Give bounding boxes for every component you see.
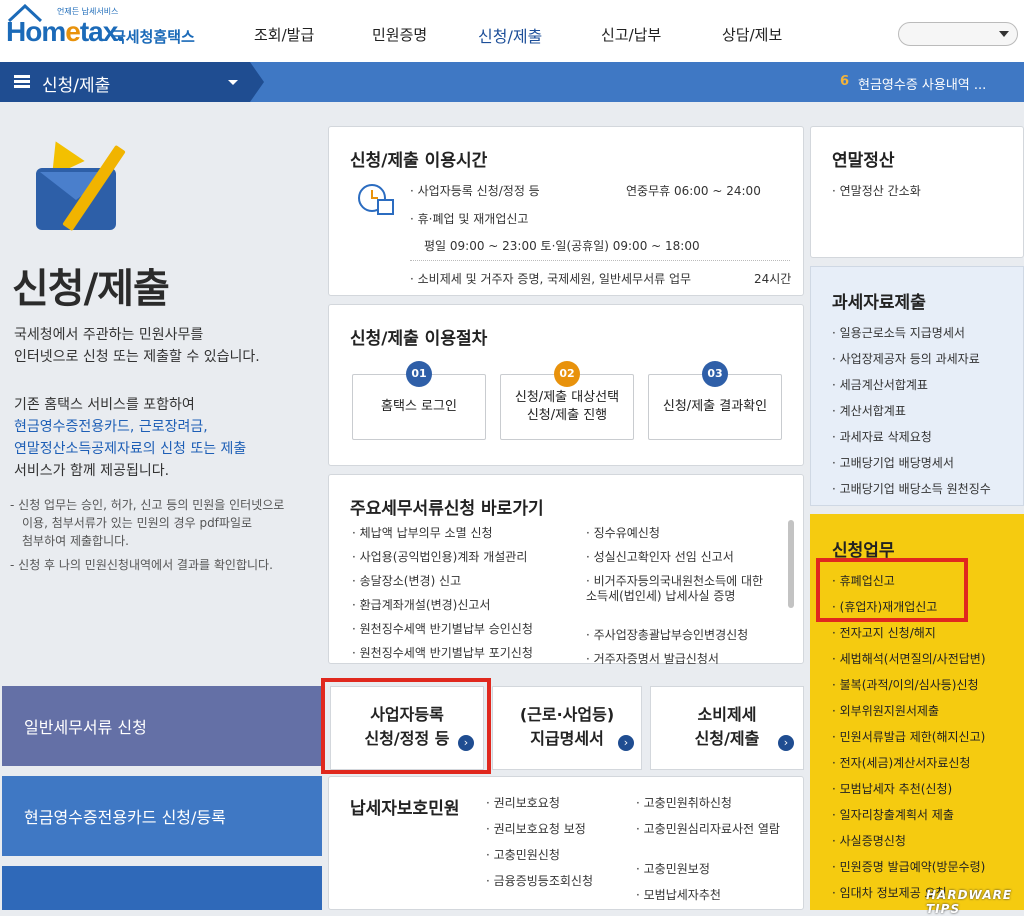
hours-row-3-value: 24시간 <box>754 272 792 286</box>
taxdata-link[interactable]: · 계산서합계표 <box>832 402 906 419</box>
protection-link[interactable]: · 고충민원신청 <box>486 848 560 863</box>
payment-statement-button[interactable]: (근로·사업등) 지급명세서 <box>492 686 642 770</box>
shortcut-link[interactable]: · 원천징수세액 반기별납부 승인신청 <box>352 622 533 637</box>
highlight-box-closure <box>816 558 968 622</box>
watermark: HARDWARE TIPS <box>926 888 1013 916</box>
arrow-right-icon[interactable]: › <box>618 735 634 751</box>
divider <box>410 260 790 261</box>
taxdata-link[interactable]: · 과세자료 삭제요청 <box>832 428 932 445</box>
step-number-3: 03 <box>702 361 728 387</box>
shortcut-link[interactable]: · 환급계좌개설(변경)신고서 <box>352 598 490 613</box>
hours-row-2-value: 평일 09:00 ~ 23:00 토·일(공휴일) 09:00 ~ 18:00 <box>424 239 700 253</box>
procedure-title: 신청/제출 이용절차 <box>350 329 488 349</box>
section-menu-tip <box>250 62 264 102</box>
step-number-2: 02 <box>554 361 580 387</box>
shortcuts-scrollbar[interactable] <box>788 520 794 608</box>
search-input[interactable] <box>898 22 1018 46</box>
nav-consult-report[interactable]: 상담/제보 <box>722 24 782 45</box>
note-bullet-2: - 신청 후 나의 민원신청내역에서 결과를 확인합니다. <box>10 558 273 572</box>
highlight-box-registration <box>321 678 491 774</box>
apply-link[interactable]: · 민원증명 발급예약(방문수령) <box>832 858 985 875</box>
taxdata-link[interactable]: · 사업장제공자 등의 과세자료 <box>832 350 980 367</box>
protection-title: 납세자보호민원 <box>350 799 460 819</box>
yearend-link[interactable]: · 연말정산 간소화 <box>832 182 921 199</box>
nav-civil-certificate[interactable]: 민원증명 <box>372 24 427 45</box>
shortcut-link[interactable]: · 원천징수세액 반기별납부 포기신청 <box>352 646 533 661</box>
clock-calendar-icon <box>358 184 394 215</box>
shortcut-link[interactable]: · 성실신고확인자 선임 신고서 <box>586 550 734 565</box>
section-title[interactable]: 신청/제출 <box>42 71 110 96</box>
intro-text-2: 인터넷으로 신청 또는 제출할 수 있습니다. <box>14 349 260 365</box>
apply-link[interactable]: · 모범납세자 추천(신청) <box>832 780 952 797</box>
taxdata-link[interactable]: · 일용근로소득 지급명세서 <box>832 324 965 341</box>
intro-text-3: 기존 홈택스 서비스를 포함하여 <box>14 397 195 413</box>
nav-lookup-issue[interactable]: 조회/발급 <box>254 24 314 45</box>
chevron-down-icon[interactable] <box>999 31 1009 37</box>
hours-title: 신청/제출 이용시간 <box>350 151 488 171</box>
note-bullet-1b: 이용, 첨부서류가 있는 민원의 경우 pdf파일로 <box>22 516 253 530</box>
page-title: 신청/제출 <box>12 266 170 312</box>
shortcut-link[interactable]: · 사업용(공익법인용)계좌 개설관리 <box>352 550 527 565</box>
hours-row-2-label: · 휴·폐업 및 재개업신고 <box>410 212 529 226</box>
caret-down-icon[interactable] <box>228 80 238 85</box>
section-menu[interactable] <box>0 62 250 102</box>
logo-brand-text[interactable]: 국세청홈택스 <box>112 26 195 47</box>
nav-report-pay[interactable]: 신고/납부 <box>601 24 661 45</box>
protection-link[interactable]: · 고충민원보정 <box>636 862 710 877</box>
more-menu-button[interactable] <box>2 866 322 910</box>
taxdata-title: 과세자료제출 <box>832 293 926 313</box>
note-bullet-1a: - 신청 업무는 승인, 허가, 신고 등의 민원을 인터넷으로 <box>10 498 285 512</box>
apply-link[interactable]: · 세법해석(서면질의/사전답변) <box>832 650 986 667</box>
intro-text-6: 서비스가 함께 제공됩니다. <box>14 463 170 479</box>
arrow-right-icon[interactable]: › <box>778 735 794 751</box>
protection-link[interactable]: · 고충민원취하신청 <box>636 796 732 811</box>
apply-link[interactable]: · 불복(과적/이의/심사등)신청 <box>832 676 979 693</box>
apply-link[interactable]: · 전자(세금)계산서자료신청 <box>832 754 970 771</box>
consumption-tax-button[interactable]: 소비제세 신청/제출 <box>650 686 804 770</box>
general-docs-button[interactable]: 일반세무서류 신청 <box>2 686 322 766</box>
yearend-title: 연말정산 <box>832 151 895 171</box>
cash-receipt-card-button[interactable]: 현금영수증전용카드 신청/등록 <box>2 776 322 856</box>
hours-row-1-label: · 사업자등록 신청/정정 등 <box>410 184 540 198</box>
hours-row-3-label: · 소비제세 및 거주자 증명, 국제세원, 일반세무서류 업무 <box>410 272 692 286</box>
shortcut-link[interactable]: · 징수유예신청 <box>586 526 660 541</box>
apply-link[interactable]: · 외부위원지원서제출 <box>832 702 939 719</box>
protection-link[interactable]: · 고충민원심리자료사전 열람 <box>636 822 786 837</box>
shortcut-link[interactable]: · 거주자증명서 발급신청서 <box>586 652 719 664</box>
shortcut-link[interactable]: · 송달장소(변경) 신고 <box>352 574 461 589</box>
shortcut-link[interactable]: · 주사업장총괄납부승인변경신청 <box>586 628 748 643</box>
nav-apply-submit[interactable]: 신청/제출 <box>478 23 542 47</box>
hours-row-1-value: 연중무휴 06:00 ~ 24:00 <box>626 184 761 198</box>
intro-link-yearend[interactable]: 연말정산소득공제자료의 신청 또는 제출 <box>14 438 246 460</box>
intro-text-1: 국세청에서 주관하는 민원사무를 <box>14 327 204 343</box>
protection-link[interactable]: · 권리보호요청 보정 <box>486 822 586 837</box>
taxdata-link[interactable]: · 고배당기업 배당소득 원천징수 <box>832 480 1024 497</box>
apply-link[interactable]: · 전자고지 신청/해지 <box>832 624 936 641</box>
button-line-1: 소비제세 <box>697 705 757 724</box>
step-number-1: 01 <box>406 361 432 387</box>
notice-ticker[interactable]: 현금영수증 사용내역 ... <box>858 74 986 93</box>
intro-link-cards[interactable]: 현금영수증전용카드, 근로장려금, <box>14 416 208 438</box>
note-bullet-1c: 첨부하여 제출합니다. <box>22 534 129 548</box>
shortcuts-title: 주요세무서류신청 바로가기 <box>350 499 544 519</box>
hamburger-icon[interactable] <box>14 75 30 88</box>
protection-link[interactable]: · 권리보호요청 <box>486 796 560 811</box>
apply-link[interactable]: · 일자리창출계획서 제출 <box>832 806 954 823</box>
button-line-1: (근로·사업등) <box>519 705 615 724</box>
shortcut-link[interactable]: · 비거주자등의국내원천소득에 대한 소득세(법인세) 납세사실 증명 <box>586 574 776 604</box>
apply-link[interactable]: · 민원서류발급 제한(해지신고) <box>832 728 985 745</box>
taxdata-link[interactable]: · 세금계산서합계표 <box>832 376 928 393</box>
hometax-logo[interactable]: Hometax. <box>6 16 125 48</box>
taxdata-link[interactable]: · 고배당기업 배당명세서 <box>832 454 954 471</box>
apply-link[interactable]: · 사실증명신청 <box>832 832 906 849</box>
shortcut-link[interactable]: · 체납액 납부의무 소멸 신청 <box>352 526 493 541</box>
protection-link[interactable]: · 모범납세자추천 <box>636 888 721 903</box>
protection-link[interactable]: · 금융증빙등조회신청 <box>486 874 593 889</box>
ticker-number: 6 <box>840 74 850 89</box>
